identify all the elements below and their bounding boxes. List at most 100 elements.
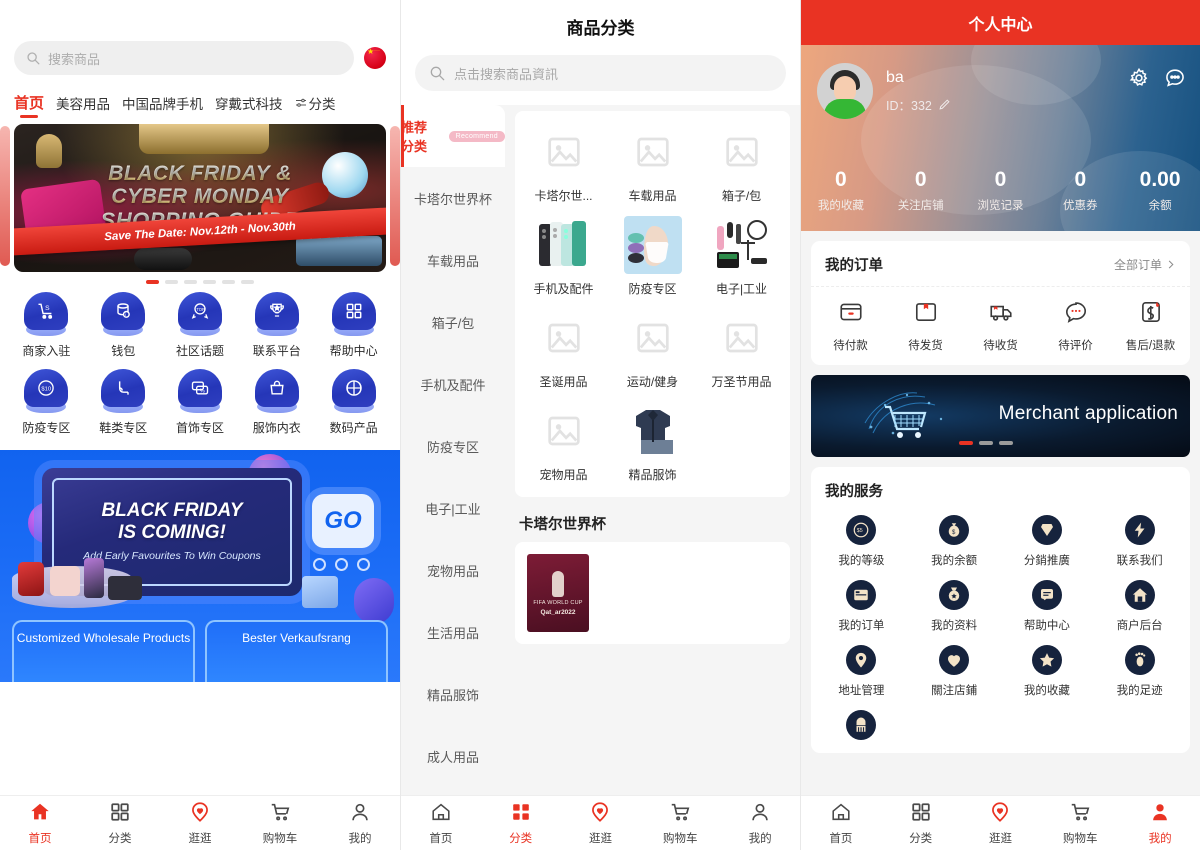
category-item[interactable]: 圣诞用品 — [519, 309, 608, 390]
tab-home[interactable]: 首页 — [0, 801, 80, 846]
merchant-banner-dot[interactable] — [959, 441, 973, 445]
service-my-footprints[interactable]: 我的足迹 — [1093, 645, 1186, 698]
quick-entry-help-center[interactable]: 帮助中心 — [315, 292, 392, 359]
quick-entry-apparel[interactable]: 服饰内衣 — [238, 369, 315, 436]
search-input[interactable]: 点击搜索商品資訊 — [415, 55, 786, 91]
merchant-banner-dot[interactable] — [979, 441, 993, 445]
sidebar-item-phones[interactable]: 手机及配件 — [401, 353, 505, 415]
all-orders-link[interactable]: 全部订单 — [1114, 256, 1176, 273]
gear-icon[interactable] — [1128, 67, 1150, 89]
sidebar-item-car[interactable]: 车载用品 — [401, 229, 505, 291]
sidebar-item-adult[interactable]: 成人用品 — [401, 725, 505, 764]
service-my-level[interactable]: $5 我的等级 — [815, 515, 908, 568]
chat-dots-icon[interactable] — [1164, 67, 1186, 89]
stat-history[interactable]: 0 浏览记录 — [961, 168, 1041, 213]
black-friday-banner[interactable]: BLACK FRIDAY & CYBER MONDAY SHOPPING GUI… — [14, 124, 386, 272]
tab-cart[interactable]: 购物车 — [1040, 801, 1120, 846]
service-clear-cache[interactable] — [815, 710, 908, 747]
service-address-management[interactable]: 地址管理 — [815, 645, 908, 698]
category-item[interactable]: 箱子/包 — [697, 123, 786, 204]
quick-entry-community[interactable]: TOP 社区话题 — [162, 292, 239, 359]
tab-category[interactable]: 分类 — [881, 801, 961, 846]
promo-card-bestseller[interactable]: Bester Verkaufsrang — [205, 620, 388, 682]
quick-entry-shoes-zone[interactable]: 鞋类专区 — [85, 369, 162, 436]
banner-prev-peek[interactable] — [0, 126, 10, 266]
service-help-center[interactable]: 帮助中心 — [1001, 580, 1094, 633]
promo-card-wholesale[interactable]: Customized Wholesale Products — [12, 620, 195, 682]
service-followed-shops[interactable]: 關注店鋪 — [908, 645, 1001, 698]
tab-home[interactable]: 首页 — [401, 801, 481, 846]
avatar[interactable] — [817, 63, 873, 119]
quick-entry-merchant-join[interactable]: S 商家入驻 — [8, 292, 85, 359]
tab-cart[interactable]: 购物车 — [640, 801, 720, 846]
merchant-banner-dots[interactable] — [959, 441, 1013, 445]
order-status-unshipped[interactable]: 待发货 — [888, 299, 963, 353]
tab-china-phones[interactable]: 中国品牌手机 — [122, 93, 203, 118]
banner-dots[interactable] — [14, 272, 386, 288]
category-item[interactable]: 电子|工业 — [697, 216, 786, 297]
tab-category[interactable]: 分类 — [481, 801, 561, 846]
banner-next-peek[interactable] — [390, 126, 400, 266]
order-status-unreviewed[interactable]: 待评价 — [1038, 299, 1113, 353]
tab-discover[interactable]: 逛逛 — [961, 801, 1041, 846]
service-my-favorites[interactable]: 我的收藏 — [1001, 645, 1094, 698]
sidebar-item-recommended[interactable]: 推荐分类 Recommend — [401, 105, 505, 167]
sidebar-item-epidemic[interactable]: 防疫专区 — [401, 415, 505, 477]
stat-favorites[interactable]: 0 我的收藏 — [801, 168, 881, 213]
quick-entry-epidemic-zone[interactable]: $10 防疫专区 — [8, 369, 85, 436]
category-item[interactable]: 精品服饰 — [608, 402, 697, 483]
banner-dot[interactable] — [165, 280, 178, 284]
merchant-application-banner[interactable]: Merchant application — [811, 375, 1190, 457]
service-merchant-backend[interactable]: 商户后台 — [1093, 580, 1186, 633]
category-item[interactable]: 宠物用品 — [519, 402, 608, 483]
sidebar-item-bags[interactable]: 箱子/包 — [401, 291, 505, 353]
banner-dot[interactable] — [222, 280, 235, 284]
home-banner-carousel[interactable]: BLACK FRIDAY & CYBER MONDAY SHOPPING GUI… — [0, 118, 400, 288]
quick-entry-wallet[interactable]: i 钱包 — [85, 292, 162, 359]
pencil-icon[interactable] — [938, 98, 951, 111]
service-my-orders[interactable]: 我的订单 — [815, 580, 908, 633]
sidebar-item-living[interactable]: 生活用品 — [401, 601, 505, 663]
china-flag-icon[interactable] — [364, 47, 386, 69]
tab-home[interactable]: 首页 — [14, 92, 44, 118]
category-item[interactable]: 手机及配件 — [519, 216, 608, 297]
service-my-balance[interactable]: $ 我的余额 — [908, 515, 1001, 568]
category-item[interactable]: 车载用品 — [608, 123, 697, 204]
quick-entry-digital[interactable]: 数码产品 — [315, 369, 392, 436]
stat-balance[interactable]: 0.00 余额 — [1120, 168, 1200, 213]
category-item[interactable]: 万圣节用品 — [697, 309, 786, 390]
service-distribution[interactable]: 分銷推廣 — [1001, 515, 1094, 568]
category-item[interactable]: 运动/健身 — [608, 309, 697, 390]
banner-dot[interactable] — [203, 280, 216, 284]
black-friday-promo-banner[interactable]: BLACK FRIDAY IS COMING! Add Early Favour… — [0, 450, 400, 682]
sidebar-item-fashion[interactable]: 精品服饰 — [401, 663, 505, 725]
go-button[interactable]: GO — [312, 494, 374, 548]
service-contact-us[interactable]: 联系我们 — [1093, 515, 1186, 568]
banner-dot[interactable] — [241, 280, 254, 284]
order-status-unreceived[interactable]: 待收货 — [963, 299, 1038, 353]
sidebar-item-world-cup[interactable]: 卡塔尔世界杯 — [401, 167, 505, 229]
banner-dot[interactable] — [184, 280, 197, 284]
sidebar-item-electronics[interactable]: 电子|工业 — [401, 477, 505, 539]
quick-entry-jewelry-zone[interactable]: % 首饰专区 — [162, 369, 239, 436]
quick-entry-contact-platform[interactable]: 联系平台 — [238, 292, 315, 359]
tab-category[interactable]: 分类 — [80, 801, 160, 846]
tab-all-categories[interactable]: 分类 — [295, 93, 336, 118]
tab-discover[interactable]: 逛逛 — [160, 801, 240, 846]
world-cup-card[interactable]: FIFA WORLD CUP Qat_ar2022 — [515, 542, 790, 644]
order-status-unpaid[interactable]: 待付款 — [813, 299, 888, 353]
tab-discover[interactable]: 逛逛 — [561, 801, 641, 846]
category-item[interactable]: 卡塔尔世... — [519, 123, 608, 204]
stat-followed-shops[interactable]: 0 关注店铺 — [881, 168, 961, 213]
order-status-refund[interactable]: 售后/退款 — [1113, 299, 1188, 353]
tab-home[interactable]: 首页 — [801, 801, 881, 846]
search-input[interactable]: 搜索商品 — [14, 41, 354, 75]
tab-mine[interactable]: 我的 — [1120, 801, 1200, 846]
tab-mine[interactable]: 我的 — [320, 801, 400, 846]
category-item[interactable]: 防疫专区 — [608, 216, 697, 297]
tab-beauty[interactable]: 美容用品 — [56, 93, 110, 118]
banner-dot[interactable] — [146, 280, 159, 284]
tab-wearable-tech[interactable]: 穿戴式科技 — [215, 93, 283, 118]
tab-mine[interactable]: 我的 — [720, 801, 800, 846]
merchant-banner-dot[interactable] — [999, 441, 1013, 445]
